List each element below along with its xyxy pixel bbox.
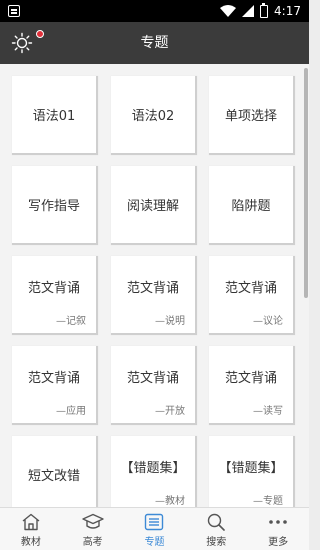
list-icon <box>145 513 164 531</box>
topic-card-title: 范文背诵 <box>126 371 179 386</box>
topic-card[interactable]: 陷阱题 <box>209 166 295 245</box>
topic-card[interactable]: 范文背诵 —应用 <box>12 346 98 425</box>
topic-card-title: 范文背诵 <box>224 371 277 386</box>
topic-card-title: 陷阱题 <box>231 199 271 214</box>
topic-card[interactable]: 【错题集】 —专题 <box>209 436 295 507</box>
topic-card-subtitle: —说明 <box>155 316 185 327</box>
status-bar: 4:17 <box>0 0 309 22</box>
topic-card[interactable]: 范文背诵 —读写 <box>209 346 295 425</box>
tab-label: 专题 <box>144 537 165 548</box>
status-time: 4:17 <box>274 4 301 18</box>
topic-card-title: 语法01 <box>32 109 76 124</box>
topic-card-title: 【错题集】 <box>218 461 284 476</box>
topic-grid-area: 语法01 语法02 单项选择 写作指导 阅读理解 陷阱题 范文背诵 —记叙 范文背诵 —说明 范文背… <box>0 64 309 507</box>
topic-card-subtitle: —读写 <box>253 406 283 417</box>
tab-textbook[interactable]: 教材 <box>0 508 62 550</box>
topic-card-subtitle: —专题 <box>253 496 283 507</box>
topic-card[interactable]: 范文背诵 —说明 <box>111 256 197 335</box>
topic-card[interactable]: 范文背诵 —议论 <box>209 256 295 335</box>
topic-card[interactable]: 短文改错 <box>12 436 98 507</box>
signal-icon <box>242 5 255 17</box>
topic-card-title: 语法02 <box>131 109 175 124</box>
topic-card-title: 写作指导 <box>27 199 80 214</box>
more-dots-icon <box>269 520 287 524</box>
graduation-cap-icon <box>81 513 104 529</box>
topic-card-title: 范文背诵 <box>27 281 80 296</box>
tab-label: 更多 <box>268 537 289 548</box>
tab-more[interactable]: 更多 <box>247 508 309 550</box>
tab-gaokao[interactable]: 高考 <box>62 508 124 550</box>
tab-label: 教材 <box>20 537 41 548</box>
topic-card-title: 范文背诵 <box>27 371 80 386</box>
battery-icon <box>260 2 269 18</box>
topic-card-title: 范文背诵 <box>126 281 179 296</box>
notification-icon <box>8 5 20 17</box>
topic-card-subtitle: —开放 <box>155 406 185 417</box>
topic-card-subtitle: —记叙 <box>56 316 86 327</box>
topic-card-title: 阅读理解 <box>126 199 179 214</box>
topic-card[interactable]: 语法01 <box>12 76 98 155</box>
app-bar: 专题 <box>0 22 309 69</box>
topic-card-title: 短文改错 <box>27 469 80 484</box>
search-icon <box>208 513 226 531</box>
status-icons: 4:17 <box>220 0 301 22</box>
home-icon <box>22 513 40 531</box>
topic-card-title: 【错题集】 <box>120 461 186 476</box>
topic-card[interactable]: 范文背诵 —开放 <box>111 346 197 425</box>
topic-card-subtitle: —议论 <box>253 316 283 327</box>
bottom-tab-bar: 教材 高考 专题 搜索 更多 <box>0 507 309 550</box>
tab-topics[interactable]: 专题 <box>124 508 186 550</box>
scrollbar[interactable] <box>304 68 308 298</box>
page-title: 专题 <box>140 35 169 51</box>
topic-card[interactable]: 语法02 <box>111 76 197 155</box>
topic-card-title: 单项选择 <box>224 109 277 124</box>
topic-card-subtitle: —应用 <box>56 406 86 417</box>
topic-card[interactable]: 阅读理解 <box>111 166 197 245</box>
topic-card[interactable]: 范文背诵 —记叙 <box>12 256 98 335</box>
tab-label: 搜索 <box>206 537 227 548</box>
tab-label: 高考 <box>82 537 103 548</box>
topic-card[interactable]: 单项选择 <box>209 76 295 155</box>
topic-card-title: 范文背诵 <box>224 281 277 296</box>
topic-card-subtitle: —教材 <box>155 496 185 507</box>
wifi-icon <box>220 5 237 17</box>
tab-search[interactable]: 搜索 <box>185 508 247 550</box>
topic-card[interactable]: 写作指导 <box>12 166 98 245</box>
topic-card[interactable]: 【错题集】 —教材 <box>111 436 197 507</box>
